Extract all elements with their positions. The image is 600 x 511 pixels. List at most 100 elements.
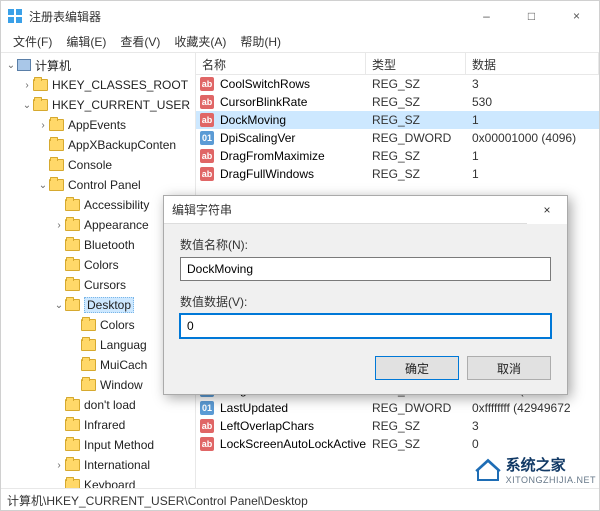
list-row[interactable]: abLockScreenAutoLockActiveREG_SZ0: [196, 435, 599, 453]
tree-node[interactable]: ›International: [1, 455, 195, 475]
value-data: 0xffffffff (42949672: [466, 401, 599, 415]
node-label: Colors: [100, 318, 135, 332]
menu-favorites[interactable]: 收藏夹(A): [168, 31, 232, 52]
menu-help[interactable]: 帮助(H): [234, 31, 287, 52]
node-label: AppEvents: [68, 118, 126, 132]
value-data-label: 数值数据(V):: [180, 293, 551, 310]
node-label: HKEY_CURRENT_USER: [52, 98, 190, 112]
value-name: LeftOverlapChars: [220, 419, 314, 433]
menubar: 文件(F) 编辑(E) 查看(V) 收藏夹(A) 帮助(H): [1, 31, 599, 53]
tree-node[interactable]: › HKEY_CLASSES_ROOT: [1, 75, 195, 95]
caret-icon[interactable]: ›: [53, 220, 65, 231]
caret-icon[interactable]: ›: [21, 80, 33, 91]
tree-node[interactable]: Keyboard: [1, 475, 195, 488]
folder-icon: [81, 359, 96, 371]
edit-string-dialog: 编辑字符串 × 数值名称(N): 数值数据(V): 确定 取消: [163, 195, 568, 395]
node-label: Infrared: [84, 418, 125, 432]
folder-icon: [81, 379, 96, 391]
folder-icon: [49, 159, 64, 171]
value-type: REG_DWORD: [366, 401, 466, 415]
dialog-close-button[interactable]: ×: [527, 196, 567, 224]
node-label: Appearance: [84, 218, 149, 232]
list-row[interactable]: 01DpiScalingVerREG_DWORD0x00001000 (4096…: [196, 129, 599, 147]
value-type: REG_SZ: [366, 437, 466, 451]
tree-node[interactable]: Console: [1, 155, 195, 175]
close-button[interactable]: ×: [554, 1, 599, 31]
value-name-input[interactable]: [180, 257, 551, 281]
value-name: LockScreenAutoLockActive: [220, 437, 366, 451]
value-name: CursorBlinkRate: [220, 95, 307, 109]
folder-icon: [81, 319, 96, 331]
binary-value-icon: 01: [200, 401, 214, 415]
value-name: CoolSwitchRows: [220, 77, 310, 91]
value-type: REG_SZ: [366, 95, 466, 109]
menu-view[interactable]: 查看(V): [114, 31, 166, 52]
node-label: HKEY_CLASSES_ROOT: [52, 78, 188, 92]
minimize-button[interactable]: –: [464, 1, 509, 31]
col-data[interactable]: 数据: [466, 53, 599, 74]
folder-icon: [65, 479, 80, 488]
folder-icon: [49, 139, 64, 151]
menu-file[interactable]: 文件(F): [7, 31, 58, 52]
list-row[interactable]: abDragFullWindowsREG_SZ1: [196, 165, 599, 183]
list-row[interactable]: abLeftOverlapCharsREG_SZ3: [196, 417, 599, 435]
value-type: REG_DWORD: [366, 131, 466, 145]
caret-icon[interactable]: ›: [37, 120, 49, 131]
node-label: Desktop: [84, 297, 134, 313]
folder-icon: [33, 79, 48, 91]
tree-node[interactable]: › AppEvents: [1, 115, 195, 135]
dialog-title: 编辑字符串: [172, 201, 527, 218]
value-type: REG_SZ: [366, 149, 466, 163]
watermark-brand: 系统之家: [506, 454, 596, 475]
list-header: 名称 类型 数据: [196, 53, 599, 75]
list-row[interactable]: abCoolSwitchRowsREG_SZ3: [196, 75, 599, 93]
watermark-sub: XITONGZHIJIA.NET: [506, 475, 596, 485]
ok-button[interactable]: 确定: [375, 356, 459, 380]
folder-icon: [65, 239, 80, 251]
maximize-button[interactable]: □: [509, 1, 554, 31]
tree-node[interactable]: Infrared: [1, 415, 195, 435]
node-label: Languag: [100, 338, 147, 352]
tree-node[interactable]: ⌄ 计算机: [1, 55, 195, 75]
folder-icon: [65, 399, 80, 411]
node-label: don't load: [84, 398, 136, 412]
caret-icon[interactable]: ⌄: [53, 300, 65, 311]
node-label: Bluetooth: [84, 238, 135, 252]
folder-icon: [65, 199, 80, 211]
cancel-button[interactable]: 取消: [467, 356, 551, 380]
folder-icon: [65, 419, 80, 431]
value-data-input[interactable]: [180, 314, 551, 338]
list-row[interactable]: abCursorBlinkRateREG_SZ530: [196, 93, 599, 111]
window-title: 注册表编辑器: [29, 8, 464, 25]
node-label: 计算机: [35, 57, 71, 74]
node-label: AppXBackupConten: [68, 138, 176, 152]
folder-icon: [49, 119, 64, 131]
value-data: 1: [466, 167, 599, 181]
list-row[interactable]: 01LastUpdatedREG_DWORD0xffffffff (429496…: [196, 399, 599, 417]
node-label: Input Method: [84, 438, 154, 452]
caret-icon[interactable]: ›: [53, 460, 65, 471]
list-row[interactable]: abDockMovingREG_SZ1: [196, 111, 599, 129]
titlebar: 注册表编辑器 – □ ×: [1, 1, 599, 31]
col-type[interactable]: 类型: [366, 53, 466, 74]
caret-icon[interactable]: ⌄: [21, 100, 33, 111]
string-value-icon: ab: [200, 419, 214, 433]
binary-value-icon: 01: [200, 131, 214, 145]
node-label: Control Panel: [68, 178, 141, 192]
value-name: DragFullWindows: [220, 167, 314, 181]
folder-icon: [65, 299, 80, 311]
string-value-icon: ab: [200, 437, 214, 451]
tree-node[interactable]: ⌄ HKEY_CURRENT_USER: [1, 95, 195, 115]
caret-icon[interactable]: ⌄: [37, 180, 49, 191]
statusbar: 计算机\HKEY_CURRENT_USER\Control Panel\Desk…: [1, 488, 599, 510]
col-name[interactable]: 名称: [196, 53, 366, 74]
tree-node[interactable]: Input Method: [1, 435, 195, 455]
tree-node[interactable]: don't load: [1, 395, 195, 415]
tree-node[interactable]: AppXBackupConten: [1, 135, 195, 155]
computer-icon: [17, 59, 31, 71]
tree-node[interactable]: ⌄ Control Panel: [1, 175, 195, 195]
menu-edit[interactable]: 编辑(E): [60, 31, 112, 52]
node-label: MuiCach: [100, 358, 147, 372]
list-row[interactable]: abDragFromMaximizeREG_SZ1: [196, 147, 599, 165]
caret-icon[interactable]: ⌄: [5, 60, 17, 71]
